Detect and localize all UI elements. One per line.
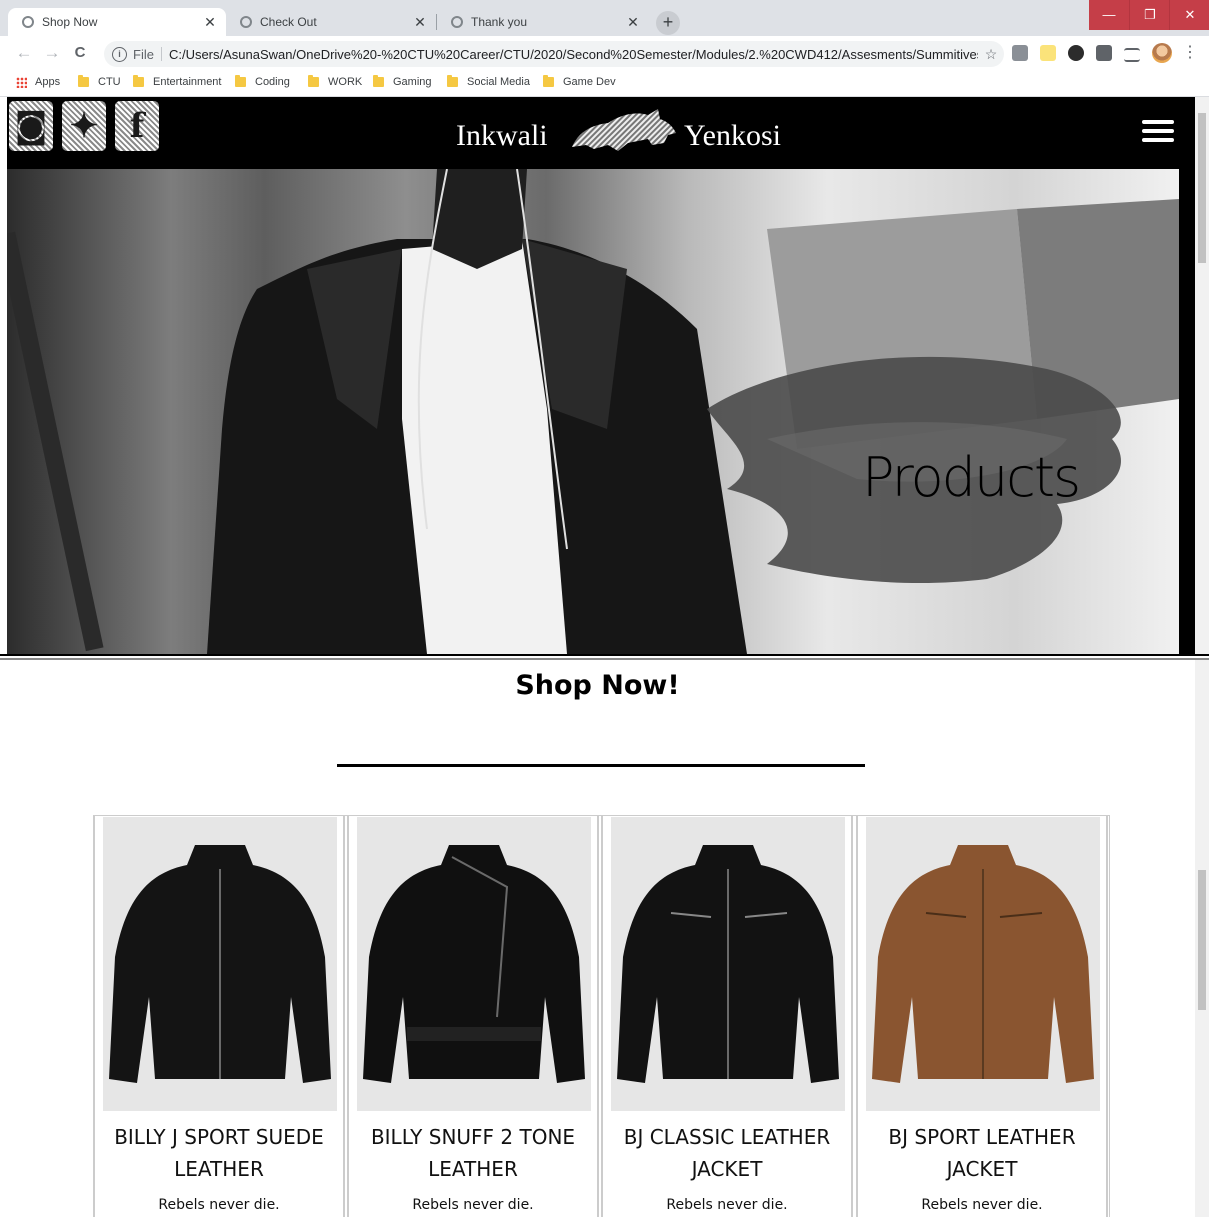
bookmark-label: Entertainment (153, 76, 222, 88)
bookmark-work[interactable]: WORK (308, 73, 362, 91)
bookmark-coding[interactable]: Coding (235, 73, 290, 91)
new-tab-button[interactable]: + (656, 11, 680, 35)
product-image[interactable] (866, 817, 1100, 1111)
tab-title: Thank you (471, 15, 528, 29)
scrollbar-thumb[interactable] (1198, 113, 1206, 263)
folder-icon (373, 75, 384, 87)
folder-icon (235, 75, 246, 87)
globe-icon (240, 16, 252, 28)
pdf-extension-icon[interactable] (1012, 45, 1028, 61)
tab-title: Check Out (260, 15, 317, 29)
shop-heading: Shop Now! (515, 670, 680, 701)
screenshot-divider (0, 654, 1209, 660)
product-card[interactable]: BILLY J SPORT SUEDE LEATHER Rebels never… (93, 815, 345, 1217)
hamburger-menu-icon[interactable] (1142, 120, 1174, 142)
close-icon[interactable]: ✕ (202, 14, 218, 31)
instagram-glyph: ◙ (14, 106, 48, 146)
product-name[interactable]: BILLY SNUFF 2 TONE LEATHER (349, 1121, 597, 1185)
extension-icon[interactable] (1040, 45, 1056, 61)
twitter-icon[interactable]: ✦ (62, 101, 106, 151)
forward-button[interactable]: → (40, 41, 64, 65)
product-image[interactable] (357, 817, 591, 1111)
bookmark-star-icon[interactable]: ☆ (978, 46, 1004, 63)
folder-icon (543, 75, 554, 87)
instagram-icon[interactable]: ◙ (9, 101, 53, 151)
info-icon[interactable]: i (112, 46, 127, 62)
reading-list-icon[interactable] (1124, 48, 1140, 62)
scrollbar-thumb[interactable] (1198, 870, 1206, 1010)
tab-check-out[interactable]: Check Out ✕ (226, 8, 436, 36)
globe-icon (22, 16, 34, 28)
bookmark-label: Apps (35, 76, 61, 88)
globe-icon (451, 16, 463, 28)
bookmark-label: Social Media (467, 76, 530, 88)
close-window-button[interactable]: ✕ (1169, 0, 1209, 30)
tab-shop-now[interactable]: Shop Now ✕ (8, 8, 226, 36)
bookmark-social-media[interactable]: Social Media (447, 73, 530, 91)
product-tagline: Rebels never die. (666, 1197, 788, 1213)
bookmark-label: Coding (255, 76, 290, 88)
minimize-button[interactable]: — (1089, 0, 1129, 30)
product-image[interactable] (103, 817, 337, 1111)
brand-name-right: Yenkosi (684, 119, 781, 152)
twitter-glyph: ✦ (69, 106, 99, 146)
product-tagline: Rebels never die. (412, 1197, 534, 1213)
jacket-image (363, 845, 585, 1083)
product-card[interactable]: BJ SPORT LEATHER JACKET Rebels never die… (856, 815, 1108, 1217)
product-tagline: Rebels never die. (158, 1197, 280, 1213)
restore-button[interactable]: ❐ (1129, 0, 1170, 30)
product-tagline: Rebels never die. (921, 1197, 1043, 1213)
hero-banner (7, 169, 1179, 654)
extension-icon[interactable] (1068, 45, 1084, 61)
hero-edge (1179, 169, 1195, 654)
close-icon[interactable]: ✕ (412, 14, 428, 31)
url-text[interactable]: C:/Users/AsunaSwan/OneDrive%20-%20CTU%20… (169, 47, 978, 62)
heading-underline (337, 764, 865, 767)
hero-heading: Products (862, 446, 1081, 509)
close-icon[interactable]: ✕ (625, 14, 641, 31)
bookmark-apps[interactable]: Apps (16, 73, 60, 91)
jacket-image (109, 845, 331, 1083)
product-name[interactable]: BILLY J SPORT SUEDE LEATHER (95, 1121, 343, 1185)
bookmark-entertainment[interactable]: Entertainment (133, 73, 221, 91)
bookmark-label: WORK (328, 76, 363, 88)
jacket-image (617, 845, 839, 1083)
bookmark-label: CTU (98, 76, 121, 88)
folder-icon (447, 75, 458, 87)
address-bar[interactable]: i File C:/Users/AsunaSwan/OneDrive%20-%2… (104, 41, 1004, 67)
bookmark-label: Game Dev (563, 76, 616, 88)
reload-button[interactable]: C (68, 41, 92, 65)
product-card[interactable]: BILLY SNUFF 2 TONE LEATHER Rebels never … (347, 815, 599, 1217)
divider (160, 47, 162, 61)
menu-icon[interactable]: ⋮ (1182, 42, 1198, 64)
bookmark-label: Gaming (393, 76, 432, 88)
profile-avatar[interactable] (1152, 43, 1172, 63)
bookmark-game-dev[interactable]: Game Dev (543, 73, 616, 91)
back-button[interactable]: ← (12, 41, 36, 65)
jacket-shape (363, 845, 585, 1083)
product-name[interactable]: BJ SPORT LEATHER JACKET (858, 1121, 1106, 1185)
bookmark-gaming[interactable]: Gaming (373, 73, 432, 91)
rhino-logo-icon (572, 109, 676, 151)
product-card[interactable]: BJ CLASSIC LEATHER JACKET Rebels never d… (601, 815, 853, 1217)
jacket-image (872, 845, 1094, 1083)
puzzle-icon[interactable] (1096, 45, 1112, 61)
product-image[interactable] (611, 817, 845, 1111)
bookmark-ctu[interactable]: CTU (78, 73, 121, 91)
brand-name-left: Inkwali (456, 119, 548, 152)
tab-thank-you[interactable]: Thank you ✕ (437, 8, 649, 36)
product-name[interactable]: BJ CLASSIC LEATHER JACKET (603, 1121, 851, 1185)
top-scrollbar[interactable] (1195, 97, 1209, 655)
tab-title: Shop Now (42, 15, 98, 29)
facebook-glyph: f (129, 106, 145, 146)
bottom-scrollbar[interactable] (1195, 660, 1209, 1217)
apps-grid-icon (16, 76, 27, 88)
hero-image (7, 169, 1179, 654)
facebook-icon[interactable]: f (115, 101, 159, 151)
folder-icon (308, 75, 319, 87)
folder-icon (133, 75, 144, 87)
folder-icon (78, 75, 89, 87)
scheme-label: File (133, 46, 154, 62)
